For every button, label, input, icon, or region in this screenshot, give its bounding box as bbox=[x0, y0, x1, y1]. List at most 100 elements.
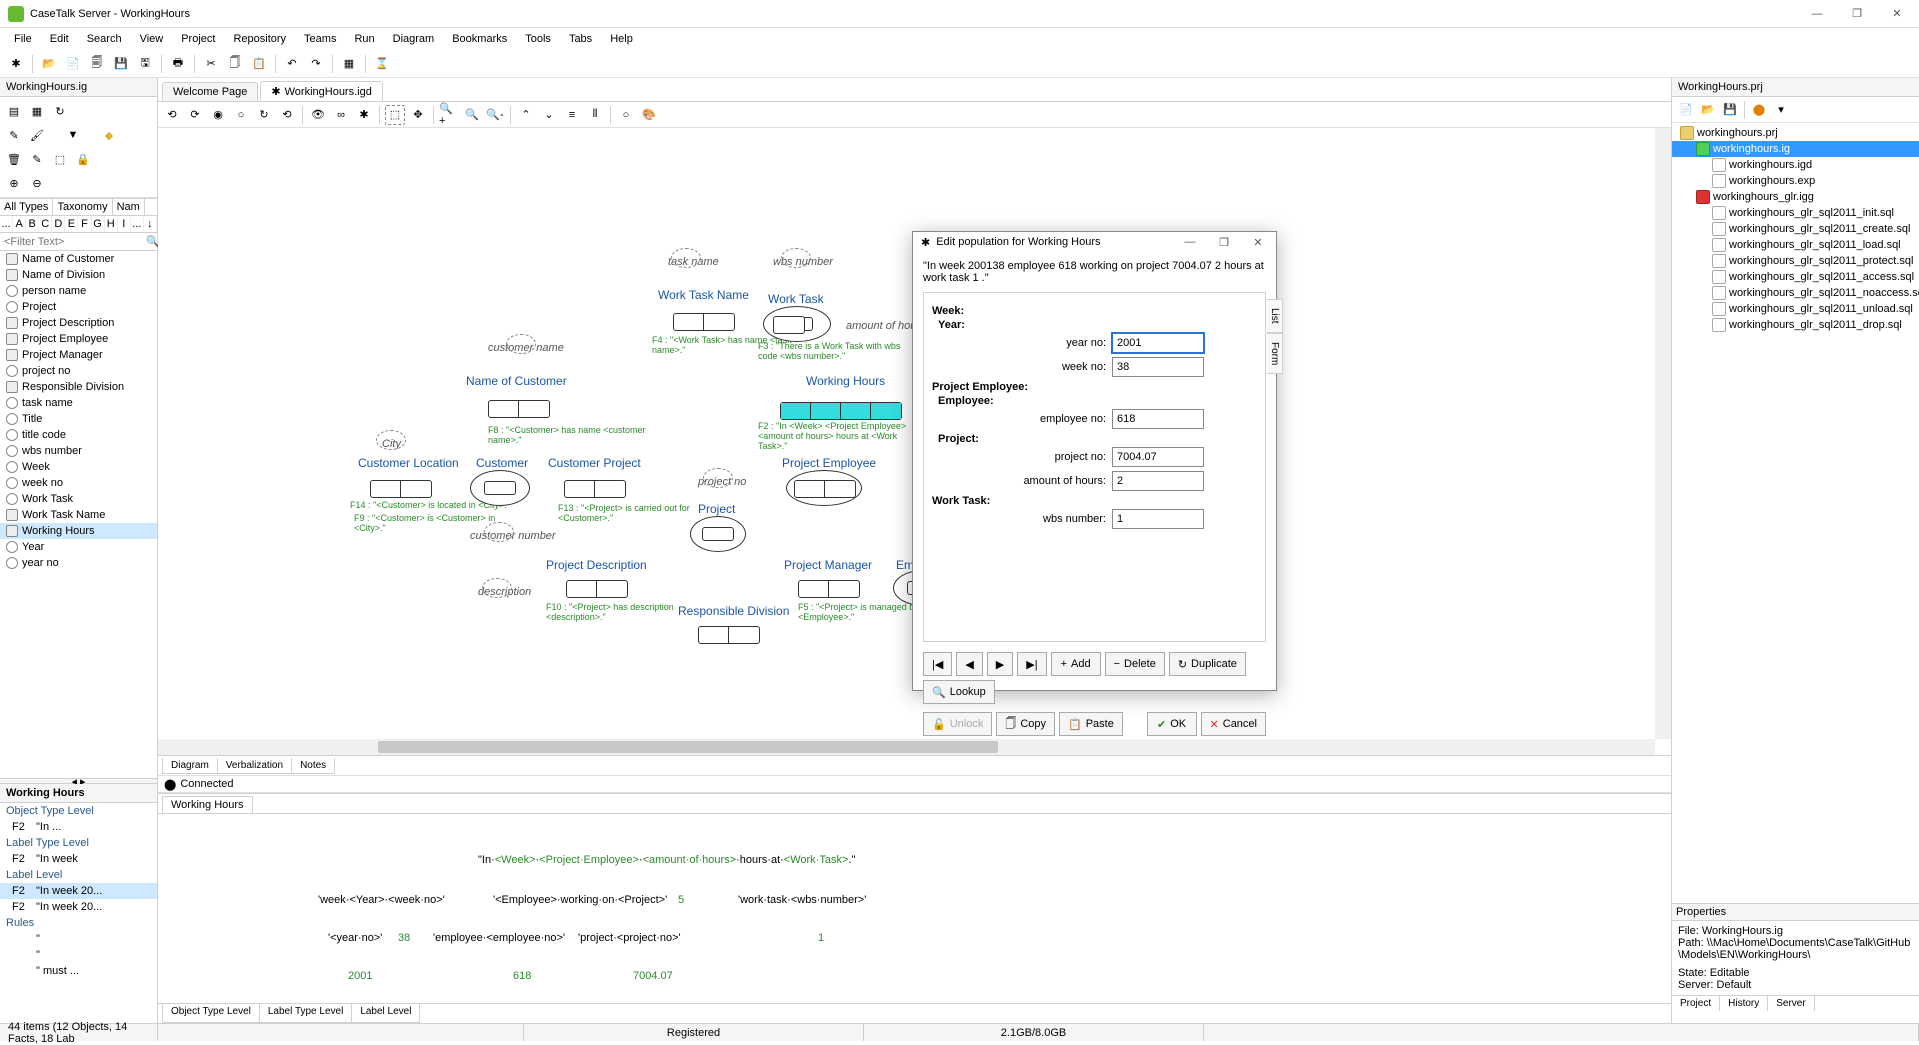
tree-item[interactable]: person name bbox=[0, 283, 157, 299]
dialog-close-button[interactable]: ✕ bbox=[1248, 232, 1268, 252]
input-year-no[interactable] bbox=[1112, 333, 1204, 353]
align-top-icon[interactable]: ⌃ bbox=[516, 105, 536, 125]
dialog-minimize-button[interactable]: — bbox=[1180, 232, 1200, 252]
label-type-shape[interactable] bbox=[703, 468, 733, 488]
fact-type-roles[interactable] bbox=[566, 580, 628, 598]
bottom-tab[interactable]: Verbalization bbox=[217, 758, 292, 774]
lock-icon[interactable]: 🔒 bbox=[73, 149, 93, 169]
hourglass-icon[interactable]: ⌛ bbox=[372, 54, 392, 74]
tree-item[interactable]: title code bbox=[0, 427, 157, 443]
new-icon[interactable]: ✱ bbox=[6, 54, 26, 74]
tree-item[interactable]: Project bbox=[0, 299, 157, 315]
add-button[interactable]: +Add bbox=[1051, 652, 1101, 676]
conn-toggle-icon[interactable]: ⬤ bbox=[164, 778, 176, 791]
refresh-icon[interactable]: ↻ bbox=[50, 101, 70, 121]
nav-prev-button[interactable]: ◀ bbox=[956, 652, 982, 676]
columns-icon[interactable]: ▦ bbox=[27, 101, 47, 121]
diagram-label[interactable]: Name of Customer bbox=[466, 374, 567, 388]
diagram-expression[interactable]: F2 : "In <Week> <Project Employee> <amou… bbox=[758, 421, 918, 451]
target-icon[interactable]: ◉ bbox=[208, 105, 228, 125]
rp-menu-icon[interactable]: ▾ bbox=[1771, 100, 1791, 120]
tree-item[interactable]: Year bbox=[0, 539, 157, 555]
label-type-shape[interactable] bbox=[482, 578, 512, 598]
lower-center-tab[interactable]: Working Hours bbox=[162, 796, 253, 813]
horizontal-scrollbar[interactable] bbox=[158, 739, 1655, 755]
rp-new-icon[interactable]: 📄 bbox=[1676, 100, 1696, 120]
tree-item[interactable]: Responsible Division bbox=[0, 379, 157, 395]
menu-tools[interactable]: Tools bbox=[517, 31, 559, 47]
filter-tab[interactable]: Nam bbox=[113, 199, 145, 215]
menu-tabs[interactable]: Tabs bbox=[561, 31, 600, 47]
menu-file[interactable]: File bbox=[6, 31, 40, 47]
input-wbs-number[interactable] bbox=[1112, 509, 1204, 529]
tree-item[interactable]: Project Employee bbox=[0, 331, 157, 347]
project-tree-item[interactable]: workinghours_glr_sql2011_protect.sql bbox=[1672, 253, 1919, 269]
fact-type-roles[interactable] bbox=[773, 316, 805, 334]
diagram-label[interactable]: Work Task Name bbox=[658, 288, 749, 302]
object-type-shape[interactable] bbox=[470, 470, 530, 506]
minimize-button[interactable]: — bbox=[1807, 4, 1827, 24]
print-icon[interactable]: 🖶 bbox=[168, 54, 188, 74]
fact-type-roles[interactable] bbox=[698, 626, 760, 644]
tree-item[interactable]: Title bbox=[0, 411, 157, 427]
project-tree-item[interactable]: workinghours_glr.igg bbox=[1672, 189, 1919, 205]
menu-search[interactable]: Search bbox=[79, 31, 130, 47]
redo-icon[interactable]: ↷ bbox=[306, 54, 326, 74]
file-recent-icon[interactable]: 🗐 bbox=[87, 54, 107, 74]
tree-item[interactable]: Project Manager bbox=[0, 347, 157, 363]
label-type-shape[interactable] bbox=[484, 522, 514, 542]
tree-item[interactable]: Working Hours bbox=[0, 523, 157, 539]
dialog-tab-list[interactable]: List bbox=[1267, 299, 1283, 333]
close-button[interactable]: ✕ bbox=[1887, 4, 1907, 24]
project-tree-item[interactable]: workinghours.igd bbox=[1672, 157, 1919, 173]
ll-row[interactable]: " must ... bbox=[0, 963, 157, 979]
expand-icon[interactable]: ⊕ bbox=[4, 173, 24, 193]
project-tree-item[interactable]: workinghours_glr_sql2011_access.sql bbox=[1672, 269, 1919, 285]
view-icon[interactable]: 👁 bbox=[308, 105, 328, 125]
alpha-btn[interactable]: D bbox=[52, 216, 65, 232]
project-tree-item[interactable]: workinghours_glr_sql2011_drop.sql bbox=[1672, 317, 1919, 333]
tree-item[interactable]: Name of Division bbox=[0, 267, 157, 283]
snap-icon[interactable]: ⬚ bbox=[50, 149, 70, 169]
delete-button[interactable]: −Delete bbox=[1105, 652, 1165, 676]
zoom-reset-icon[interactable]: 🔍 bbox=[462, 105, 482, 125]
alpha-btn[interactable]: ↓ bbox=[144, 216, 157, 232]
label-type-shape[interactable] bbox=[781, 248, 811, 268]
list-icon[interactable]: ▤ bbox=[4, 101, 24, 121]
input-employee-no[interactable] bbox=[1112, 409, 1204, 429]
ll-row[interactable]: F2"In ... bbox=[0, 819, 157, 835]
tree-item[interactable]: Project Description bbox=[0, 315, 157, 331]
label-type-shape[interactable] bbox=[506, 334, 536, 354]
align-center-icon[interactable]: ≡ bbox=[562, 105, 582, 125]
folder-open-icon[interactable]: 📂 bbox=[39, 54, 59, 74]
diagram-expression[interactable]: F3 : "There is a Work Task with wbs code… bbox=[758, 341, 918, 361]
filter-tab[interactable]: All Types bbox=[0, 199, 53, 215]
tree-item[interactable]: Week bbox=[0, 459, 157, 475]
fact-type-roles[interactable] bbox=[564, 480, 626, 498]
diagram-label[interactable]: Customer Project bbox=[548, 456, 641, 470]
tree-item[interactable]: task name bbox=[0, 395, 157, 411]
duplicate-button[interactable]: ↻Duplicate bbox=[1169, 652, 1246, 676]
trash-icon[interactable]: 🗑 bbox=[4, 149, 24, 169]
rp-stop-icon[interactable]: ⬤ bbox=[1749, 100, 1769, 120]
label-type-shape[interactable] bbox=[376, 430, 406, 450]
fact-type-roles[interactable] bbox=[794, 480, 856, 498]
fact-type-roles[interactable] bbox=[370, 480, 432, 498]
copy-button[interactable]: 🗍Copy bbox=[996, 712, 1055, 736]
save-all-icon[interactable]: 🖫 bbox=[135, 54, 155, 74]
cancel-button[interactable]: ✕Cancel bbox=[1201, 712, 1266, 736]
brush-icon[interactable]: 🖌 bbox=[27, 125, 47, 145]
label-type-shape[interactable] bbox=[671, 248, 701, 268]
filter-icon[interactable]: ▼ bbox=[63, 125, 83, 145]
menu-view[interactable]: View bbox=[132, 31, 172, 47]
fact-type-roles[interactable] bbox=[488, 400, 550, 418]
ll-row[interactable]: F2"In week 20... bbox=[0, 899, 157, 915]
copy-icon[interactable]: 🗍 bbox=[225, 54, 245, 74]
tree-item[interactable]: project no bbox=[0, 363, 157, 379]
alpha-btn[interactable]: ... bbox=[131, 216, 144, 232]
selection-icon[interactable]: ⬚ bbox=[385, 105, 405, 125]
nav-back-icon[interactable]: ⟲ bbox=[162, 105, 182, 125]
collapse-icon[interactable]: ⊖ bbox=[27, 173, 47, 193]
input-week-no[interactable] bbox=[1112, 357, 1204, 377]
lookup-button[interactable]: 🔍Lookup bbox=[923, 680, 995, 704]
